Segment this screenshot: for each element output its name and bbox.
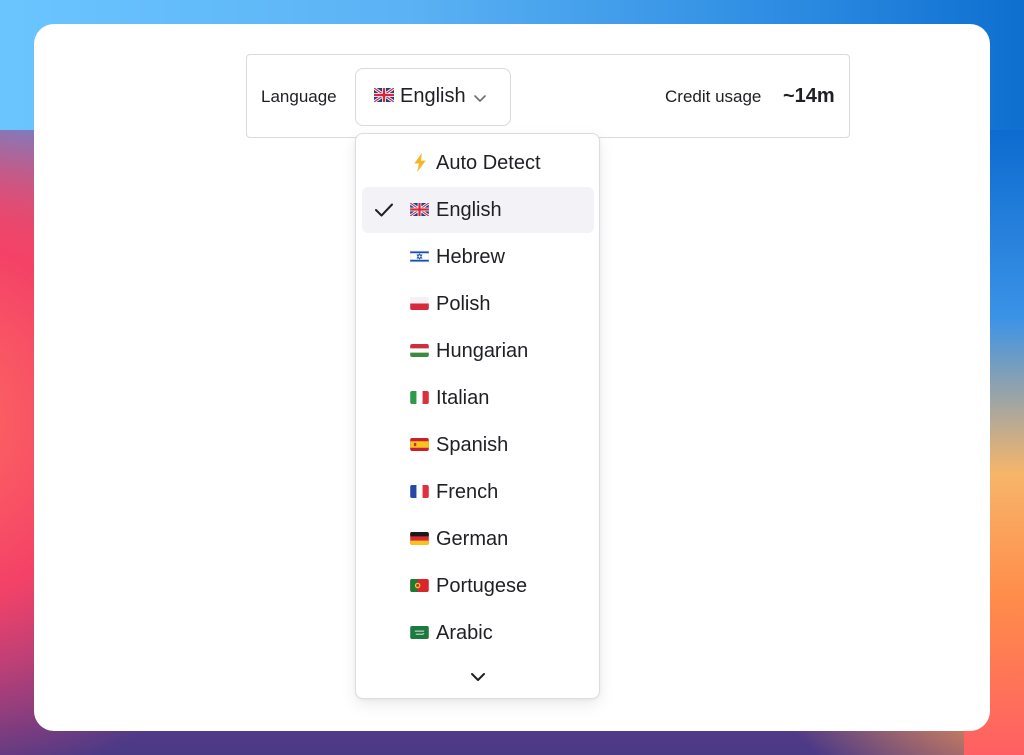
option-label: Italian	[436, 387, 490, 409]
option-italian[interactable]: Italian	[362, 375, 594, 421]
option-polish[interactable]: Polish	[362, 281, 594, 327]
uk-flag-icon	[410, 203, 429, 216]
portugal-flag-icon	[410, 579, 429, 592]
option-spanish[interactable]: Spanish	[362, 422, 594, 468]
option-french[interactable]: French	[362, 469, 594, 515]
credit-usage-value: ~14m	[783, 85, 835, 107]
germany-flag-icon	[410, 532, 429, 545]
option-label: Hungarian	[436, 340, 529, 362]
option-label: Auto Detect	[436, 152, 541, 174]
option-label: German	[436, 528, 509, 550]
credit-usage-label: Credit usage	[665, 87, 762, 106]
option-label: Spanish	[436, 434, 509, 456]
option-hungarian[interactable]: Hungarian	[362, 328, 594, 374]
poland-flag-icon	[410, 297, 429, 310]
uk-flag-icon	[374, 88, 394, 102]
language-select[interactable]: English	[355, 68, 511, 126]
option-label: Hebrew	[436, 246, 505, 268]
option-label: Portugese	[436, 575, 528, 597]
option-hebrew[interactable]: Hebrew	[362, 234, 594, 280]
option-portugese[interactable]: Portugese	[362, 563, 594, 609]
settings-bar: Language English Credit usage ~14m	[246, 54, 850, 138]
israel-flag-icon	[410, 250, 429, 263]
option-label: French	[436, 481, 499, 503]
saudi-flag-icon	[410, 626, 429, 639]
checkmark-icon	[375, 203, 393, 217]
chevron-down-icon[interactable]	[468, 669, 488, 685]
option-label: Arabic	[436, 622, 493, 644]
app-window: Language English Credit usage ~14m Auto …	[34, 24, 990, 731]
hungary-flag-icon	[410, 344, 429, 357]
france-flag-icon	[410, 485, 429, 498]
option-english[interactable]: English	[362, 187, 594, 233]
option-label: English	[436, 199, 502, 221]
desktop-wallpaper: Language English Credit usage ~14m Auto …	[0, 0, 1024, 755]
option-arabic[interactable]: Arabic	[362, 610, 594, 656]
italy-flag-icon	[410, 391, 429, 404]
language-dropdown-menu: Auto Detect English Hebrew Polish Hungar…	[355, 133, 600, 699]
lightning-icon	[414, 153, 426, 172]
spain-flag-icon	[410, 438, 429, 451]
option-auto-detect[interactable]: Auto Detect	[362, 140, 594, 186]
language-label: Language	[261, 87, 337, 106]
selected-language-value: English	[400, 85, 466, 107]
chevron-down-icon	[474, 95, 486, 102]
option-german[interactable]: German	[362, 516, 594, 562]
option-label: Polish	[436, 293, 491, 315]
